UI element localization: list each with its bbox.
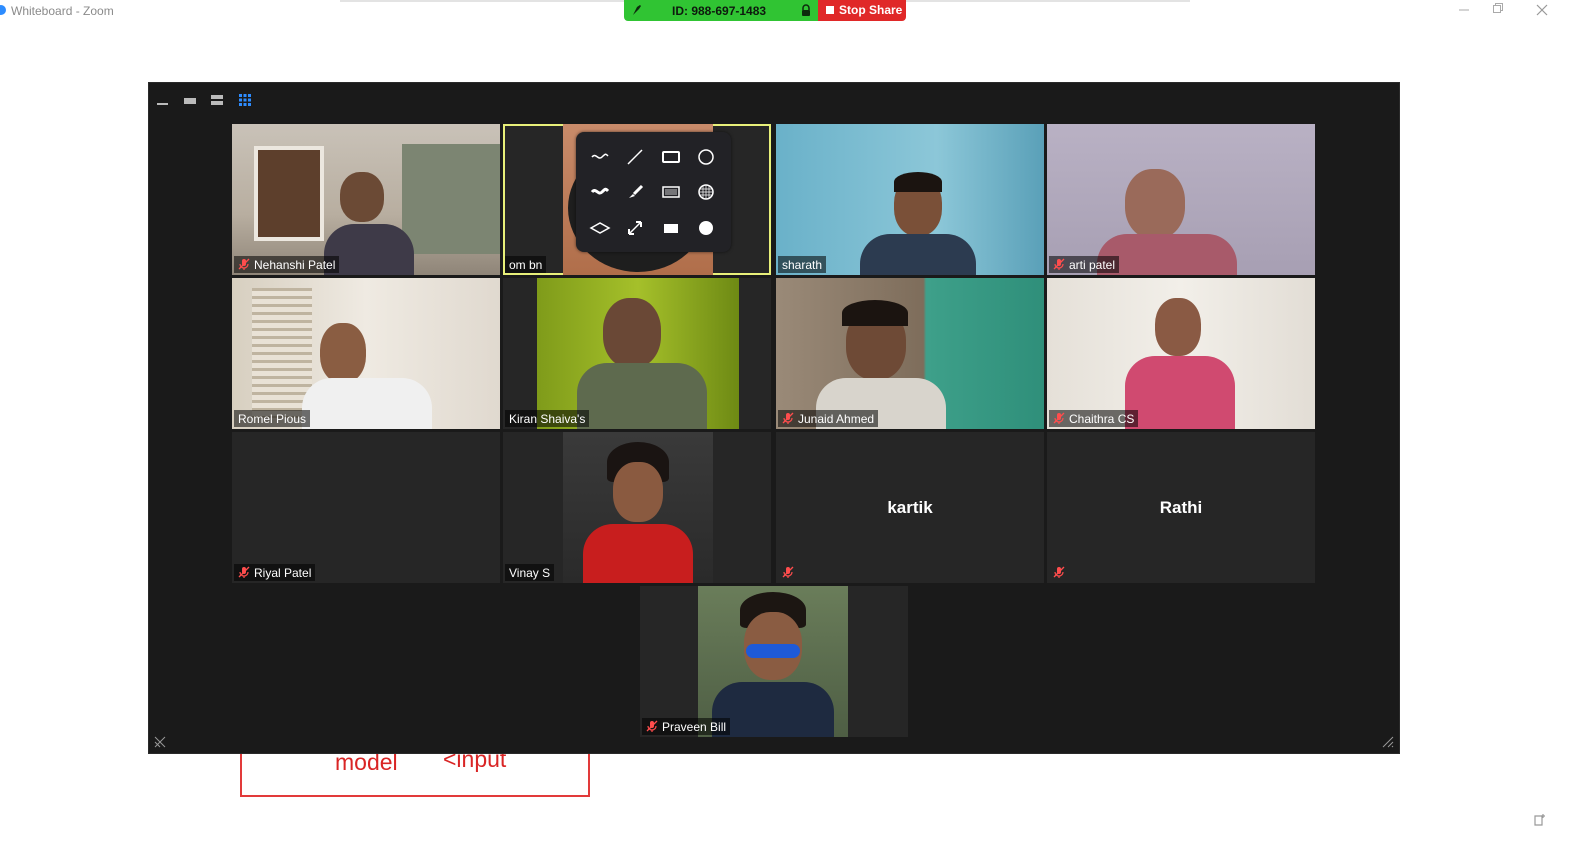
name-tag: Kiran Shaiva's bbox=[505, 410, 590, 427]
participant-video bbox=[232, 124, 500, 275]
minimize-icon[interactable] bbox=[1453, 2, 1475, 20]
name-tag: sharath bbox=[778, 256, 827, 273]
new-share-icon[interactable] bbox=[1532, 812, 1548, 828]
share-toolbar: ID: 988-697-1483 Stop Share bbox=[624, 0, 906, 21]
speaker-view-icon[interactable] bbox=[210, 93, 224, 107]
close-icon[interactable] bbox=[1531, 2, 1553, 20]
name-tag: Romel Pious bbox=[234, 410, 311, 427]
participant-tile-riyal-patel[interactable]: Riyal Patel bbox=[232, 432, 500, 583]
mic-muted-icon bbox=[782, 412, 794, 424]
filled-rectangle-icon[interactable] bbox=[659, 216, 683, 240]
participant-tile-vinay-s[interactable]: Vinay S bbox=[503, 432, 771, 583]
line-icon[interactable] bbox=[623, 145, 647, 169]
participant-tile-praveen-bill[interactable]: Praveen Bill bbox=[640, 586, 908, 737]
participant-name: Junaid Ahmed bbox=[798, 412, 875, 426]
minimize-view-icon[interactable] bbox=[156, 93, 170, 107]
filled-circle-icon[interactable] bbox=[694, 216, 718, 240]
participant-name: om bn bbox=[509, 258, 543, 272]
participant-tile-kartik[interactable]: kartik bbox=[776, 432, 1044, 583]
rectangle-icon[interactable] bbox=[659, 145, 683, 169]
pin-icon[interactable] bbox=[632, 4, 642, 16]
mic-muted-icon bbox=[238, 566, 250, 578]
name-tag: Chaithra CS bbox=[1049, 410, 1139, 427]
participant-tile-kiran-shaivas[interactable]: Kiran Shaiva's bbox=[503, 278, 771, 429]
stop-share-label: Stop Share bbox=[839, 3, 903, 17]
participant-tile-junaid-ahmed[interactable]: Junaid Ahmed bbox=[776, 278, 1044, 429]
stop-share-button[interactable]: Stop Share bbox=[818, 0, 906, 21]
participant-tile-chaithra-cs[interactable]: Chaithra CS bbox=[1047, 278, 1315, 429]
participant-tile-sharath[interactable]: sharath bbox=[776, 124, 1044, 275]
window-title: Whiteboard - Zoom bbox=[11, 4, 114, 18]
participant-video bbox=[776, 124, 1044, 275]
double-arrow-icon[interactable] bbox=[623, 216, 647, 240]
participant-video bbox=[698, 586, 848, 737]
diamond-icon[interactable] bbox=[588, 216, 612, 240]
lock-icon bbox=[802, 4, 810, 16]
ellipse-icon[interactable] bbox=[694, 145, 718, 169]
participant-name: Chaithra CS bbox=[1069, 412, 1135, 426]
freehand-icon[interactable] bbox=[588, 145, 612, 169]
participant-name: Riyal Patel bbox=[254, 566, 312, 580]
name-tag: arti patel bbox=[1049, 256, 1120, 273]
zoom-logo-icon bbox=[0, 5, 6, 15]
participant-tile-arti-patel[interactable]: arti patel bbox=[1047, 124, 1315, 275]
name-tag: Nehanshi Patel bbox=[234, 256, 340, 273]
name-tag: Riyal Patel bbox=[234, 564, 316, 581]
whiteboard-rectangle bbox=[240, 748, 590, 797]
pattern-rectangle-icon[interactable] bbox=[659, 180, 683, 204]
name-tag bbox=[1049, 564, 1073, 581]
participant-tile-romel-pious[interactable]: Romel Pious bbox=[232, 278, 500, 429]
zoom-window: Whiteboard - Zoom ID: 988-697-1483 Stop … bbox=[0, 0, 1588, 847]
mic-muted-icon bbox=[1053, 566, 1065, 578]
name-tag bbox=[778, 564, 802, 581]
participant-name: Praveen Bill bbox=[662, 720, 727, 734]
participant-name: sharath bbox=[782, 258, 823, 272]
mic-muted-icon bbox=[238, 258, 250, 270]
mic-muted-icon bbox=[782, 566, 794, 578]
participant-video bbox=[1047, 124, 1315, 275]
participant-display-name: kartik bbox=[887, 498, 933, 517]
participant-video bbox=[563, 432, 713, 583]
participant-name: arti patel bbox=[1069, 258, 1116, 272]
gallery-view-icon[interactable] bbox=[238, 93, 252, 107]
stop-icon bbox=[826, 6, 834, 14]
participant-display-name: Rathi bbox=[1159, 498, 1203, 517]
mic-muted-icon bbox=[646, 720, 658, 732]
participant-name: Romel Pious bbox=[238, 412, 307, 426]
thick-freehand-icon[interactable] bbox=[588, 180, 612, 204]
meeting-id-section[interactable]: ID: 988-697-1483 bbox=[624, 0, 818, 21]
restore-icon[interactable] bbox=[1487, 2, 1509, 20]
name-tag: Junaid Ahmed bbox=[778, 410, 879, 427]
participant-video bbox=[537, 278, 739, 429]
gallery-view-window: Nehanshi Patel om bn sharath arti patel bbox=[148, 82, 1400, 754]
participant-name: Nehanshi Patel bbox=[254, 258, 336, 272]
meeting-id: ID: 988-697-1483 bbox=[672, 4, 767, 18]
participant-video bbox=[776, 278, 1044, 429]
participant-tile-rathi[interactable]: Rathi bbox=[1047, 432, 1315, 583]
annotation-shape-toolbar bbox=[576, 132, 731, 252]
name-tag: om bn bbox=[505, 256, 547, 273]
resize-handle-icon[interactable] bbox=[1381, 735, 1395, 749]
participant-tile-nehanshi-patel[interactable]: Nehanshi Patel bbox=[232, 124, 500, 275]
participant-name: Kiran Shaiva's bbox=[509, 412, 586, 426]
brush-icon[interactable] bbox=[623, 180, 647, 204]
name-tag: Vinay S bbox=[505, 564, 555, 581]
participant-name: Vinay S bbox=[509, 566, 551, 580]
name-tag: Praveen Bill bbox=[642, 718, 731, 735]
participant-video bbox=[1047, 278, 1315, 429]
thumbnail-view-icon[interactable] bbox=[183, 93, 197, 107]
mic-muted-icon bbox=[1053, 258, 1065, 270]
participant-video bbox=[232, 278, 500, 429]
mic-muted-icon bbox=[1053, 412, 1065, 424]
grid-circle-icon[interactable] bbox=[694, 180, 718, 204]
resize-handle-icon[interactable] bbox=[153, 735, 167, 749]
